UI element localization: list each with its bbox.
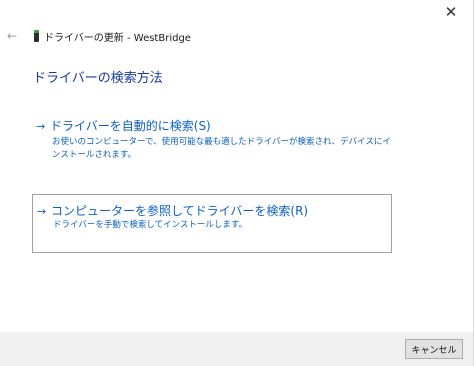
close-icon: ✕ (444, 3, 458, 21)
dialog-footer: キャンセル (0, 332, 473, 366)
cancel-button[interactable]: キャンセル (405, 339, 463, 359)
back-arrow-icon[interactable]: ← (7, 29, 17, 43)
close-button[interactable]: ✕ (433, 0, 469, 24)
right-arrow-icon: → (36, 120, 46, 133)
option-title-label: コンピューターを参照してドライバーを検索(R) (51, 204, 309, 218)
option-description: お使いのコンピューターで、使用可能な最も適したドライバーが検索され、デバイスにイ… (52, 137, 391, 160)
search-automatically-option[interactable]: → ドライバーを自動的に検索(S) お使いのコンピューターで、使用可能な最も適した… (32, 115, 392, 165)
option-title-label: ドライバーを自動的に検索(S) (50, 119, 211, 133)
right-arrow-icon: → (37, 205, 47, 218)
browse-computer-option[interactable]: → コンピューターを参照してドライバーを検索(R) ドライバーを手動で検索してイン… (32, 194, 392, 253)
option-title[interactable]: → コンピューターを参照してドライバーを検索(R) (37, 202, 308, 219)
title-bar: ← ドライバーの更新 - WestBridge (0, 26, 473, 48)
option-description: ドライバーを手動で検索してインストールします。 (53, 220, 248, 230)
page-heading: ドライバーの検索方法 (33, 71, 163, 86)
option-title[interactable]: → ドライバーを自動的に検索(S) (36, 117, 211, 134)
driver-update-window: ✕ ← ドライバーの更新 - WestBridge ドライバーの検索方法 → ドラ… (0, 0, 474, 366)
device-icon (34, 30, 39, 42)
window-title: ドライバーの更新 - WestBridge (44, 33, 191, 44)
